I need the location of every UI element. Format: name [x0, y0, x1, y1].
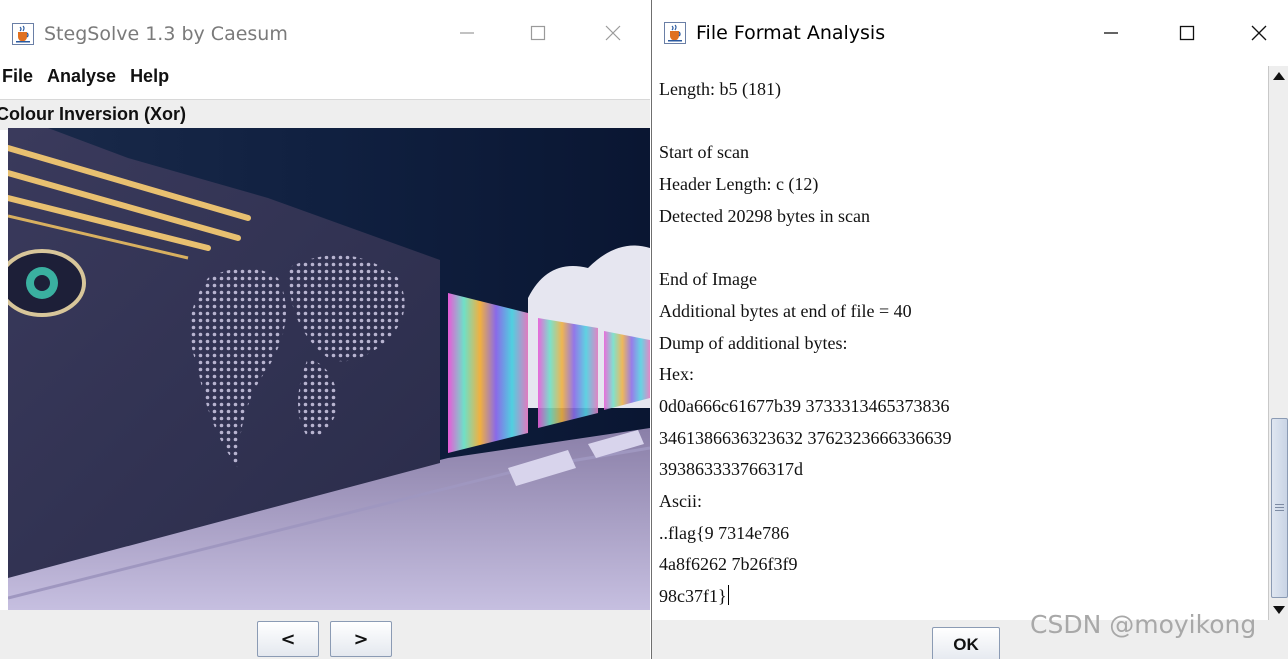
thumb-grip	[1275, 507, 1284, 508]
menu-file[interactable]: File	[2, 66, 33, 87]
arrow-down-icon	[1273, 606, 1285, 614]
window-title: File Format Analysis	[696, 22, 886, 44]
text-caret	[727, 585, 729, 605]
scroll-thumb[interactable]	[1271, 418, 1288, 598]
analysis-line: 393863333766317d	[659, 459, 803, 480]
analysis-titlebar[interactable]: File Format Analysis	[652, 0, 1288, 66]
analysis-line-last: 98c37f1}	[659, 581, 952, 613]
stegsolve-titlebar[interactable]: StegSolve 1.3 by Caesum	[0, 0, 650, 68]
scroll-up-button[interactable]	[1269, 66, 1288, 86]
window-title: StegSolve 1.3 by Caesum	[44, 23, 288, 45]
menu-analyse[interactable]: Analyse	[47, 66, 116, 87]
analysis-line: Length: b5 (181)	[659, 79, 781, 99]
analysis-line: Additional bytes at end of file = 40	[659, 300, 912, 321]
vertical-scrollbar[interactable]	[1268, 66, 1288, 620]
minimize-icon	[460, 32, 474, 34]
thumb-grip	[1275, 510, 1284, 511]
analysis-line: End of Image	[659, 269, 757, 290]
analysis-line: Ascii:	[659, 490, 702, 511]
analysis-lines: Length: b5 (181) Start of scan Header Le…	[659, 74, 952, 613]
analysis-line: 4a8f6262 7b26f3f9	[659, 554, 798, 575]
ok-button[interactable]: OK	[932, 627, 1000, 659]
maximize-icon	[530, 25, 546, 41]
nav-strip	[0, 610, 650, 659]
prev-button[interactable]: <	[257, 621, 319, 657]
thumb-grip	[1275, 504, 1284, 505]
analysis-line: Dump of additional bytes:	[659, 332, 848, 353]
analysis-line: ..flag{9 7314e786	[659, 522, 790, 543]
analysis-line: 3461386636323632 3762323666336639	[659, 427, 952, 448]
file-format-analysis-window: File Format Analysis Length: b5 (181) St…	[651, 0, 1288, 659]
inverted-photo	[8, 128, 650, 610]
image-preview	[8, 128, 650, 610]
minimize-icon	[1104, 32, 1118, 34]
close-icon	[605, 25, 621, 41]
mode-label: Colour Inversion (Xor)	[0, 104, 187, 124]
minimize-button[interactable]	[437, 0, 497, 66]
arrow-up-icon	[1273, 72, 1285, 80]
stegsolve-window: StegSolve 1.3 by Caesum File Analyse Hel…	[0, 0, 650, 659]
close-button[interactable]	[1229, 0, 1288, 66]
analysis-line	[659, 106, 952, 138]
minimize-button[interactable]	[1081, 0, 1141, 66]
close-icon	[1251, 25, 1267, 41]
menu-help[interactable]: Help	[130, 66, 169, 87]
analysis-text-area[interactable]: Length: b5 (181) Start of scan Header Le…	[652, 66, 1268, 620]
scroll-down-button[interactable]	[1269, 600, 1288, 620]
analysis-line: Header Length: c (12)	[659, 174, 819, 195]
analysis-line: 98c37f1}	[659, 586, 727, 606]
maximize-button[interactable]	[508, 0, 568, 66]
analysis-line: Hex:	[659, 364, 694, 385]
mode-label-bar: Colour Inversion (Xor)	[0, 99, 650, 130]
next-button[interactable]: >	[330, 621, 392, 657]
analysis-line: Detected 20298 bytes in scan	[659, 205, 870, 226]
analysis-line: Start of scan	[659, 142, 749, 163]
java-cup-icon	[664, 22, 686, 44]
java-cup-icon	[12, 23, 34, 45]
analysis-line: 0d0a666c61677b39 3733313465373836	[659, 395, 950, 416]
maximize-button[interactable]	[1157, 0, 1217, 66]
maximize-icon	[1179, 25, 1195, 41]
close-button[interactable]	[583, 0, 643, 66]
watermark: CSDN @moyikong	[1030, 610, 1257, 639]
analysis-line	[659, 232, 952, 264]
menu-bar: File Analyse Help	[0, 62, 650, 90]
